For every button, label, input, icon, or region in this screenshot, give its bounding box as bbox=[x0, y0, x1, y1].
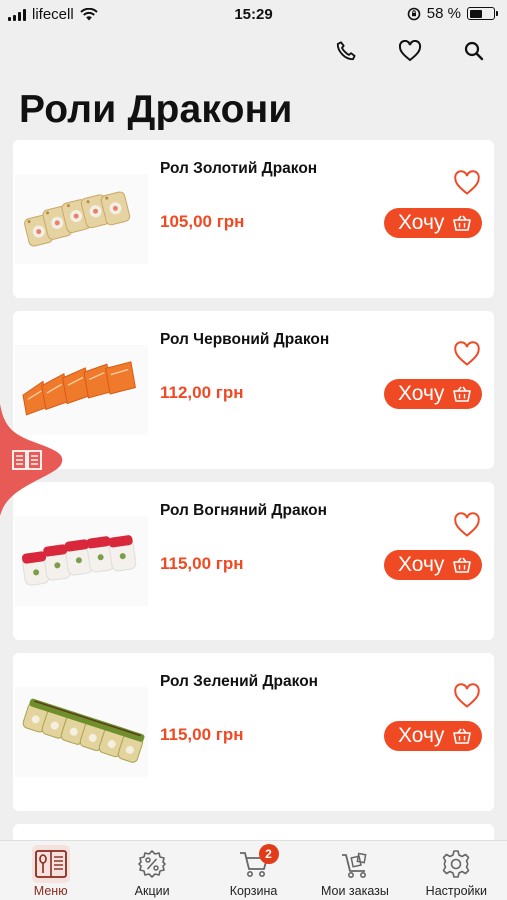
want-button[interactable]: Хочу bbox=[384, 550, 482, 580]
tab-label: Акции bbox=[134, 884, 170, 898]
product-price: 105,00 грн bbox=[160, 212, 245, 231]
tab-cart[interactable]: 2 Корзина bbox=[203, 841, 304, 900]
heart-outline-icon bbox=[454, 170, 480, 195]
category-drawer-tab[interactable] bbox=[0, 404, 64, 516]
want-button-label: Хочу bbox=[398, 724, 445, 747]
cart-count-badge: 2 bbox=[258, 844, 279, 864]
tab-icon-wrap bbox=[339, 847, 371, 881]
tab-label: Меню bbox=[33, 884, 68, 898]
heart-outline-icon bbox=[454, 341, 480, 366]
product-name[interactable]: Рол Золотий Дракон bbox=[160, 160, 317, 178]
basket-icon bbox=[453, 386, 471, 402]
tab-icon-wrap bbox=[441, 847, 471, 881]
page-title: Роли Дракони bbox=[19, 88, 293, 131]
basket-icon bbox=[453, 215, 471, 231]
product-price: 115,00 грн bbox=[160, 725, 244, 744]
product-card[interactable]: Рол Червоний Дракон 112,00 грн Хочу bbox=[13, 311, 494, 469]
menu-book-icon bbox=[12, 450, 42, 470]
tab-icon-wrap bbox=[137, 847, 167, 881]
tab-icon-wrap bbox=[31, 845, 70, 883]
product-name[interactable]: Рол Вогняний Дракон bbox=[160, 502, 327, 520]
product-image bbox=[15, 687, 148, 777]
tab-menu[interactable]: Меню bbox=[0, 841, 101, 900]
product-card[interactable]: Рол Вогняний Дракон 115,00 грн Хочу bbox=[13, 482, 494, 640]
want-button-label: Хочу bbox=[398, 382, 445, 405]
status-bar: lifecell 15:29 58 % bbox=[0, 0, 507, 30]
bottom-tab-bar: Меню Акции 2 Корзина Мои заказы Настройк… bbox=[0, 840, 507, 900]
tab-settings[interactable]: Настройки bbox=[406, 841, 507, 900]
product-image bbox=[15, 174, 148, 264]
want-button[interactable]: Хочу bbox=[384, 721, 482, 751]
battery-percent: 58 % bbox=[426, 5, 461, 22]
tab-promotions[interactable]: Акции bbox=[101, 841, 202, 900]
battery-icon bbox=[467, 7, 498, 20]
favorite-toggle[interactable] bbox=[453, 170, 481, 196]
product-name[interactable]: Рол Зелений Дракон bbox=[160, 673, 318, 691]
search-icon bbox=[464, 41, 484, 61]
want-button-label: Хочу bbox=[398, 553, 445, 576]
tab-label: Настройки bbox=[425, 884, 487, 898]
favorite-toggle[interactable] bbox=[453, 683, 481, 709]
header-actions bbox=[333, 36, 487, 66]
product-image bbox=[15, 516, 148, 606]
basket-icon bbox=[453, 728, 471, 744]
phone-icon bbox=[336, 41, 356, 61]
heart-icon bbox=[398, 40, 422, 62]
status-right: 58 % bbox=[407, 5, 498, 22]
gear-icon bbox=[443, 850, 470, 878]
call-button[interactable] bbox=[333, 36, 359, 66]
want-button[interactable]: Хочу bbox=[384, 208, 482, 238]
tab-label: Корзина bbox=[229, 884, 278, 898]
product-card[interactable]: Рол Золотий Дракон 105,00 грн Хочу bbox=[13, 140, 494, 298]
favorite-toggle[interactable] bbox=[453, 341, 481, 367]
product-price: 112,00 грн bbox=[160, 383, 244, 402]
tab-my-orders[interactable]: Мои заказы bbox=[304, 841, 405, 900]
product-card[interactable]: Рол Зелений Дракон 115,00 грн Хочу bbox=[13, 653, 494, 811]
favorites-button[interactable] bbox=[397, 36, 423, 66]
tab-label: Мои заказы bbox=[320, 884, 389, 898]
discount-icon bbox=[138, 850, 166, 878]
product-name[interactable]: Рол Червоний Дракон bbox=[160, 331, 329, 349]
rotation-lock-icon bbox=[407, 7, 421, 20]
favorite-toggle[interactable] bbox=[453, 512, 481, 538]
heart-outline-icon bbox=[454, 683, 480, 708]
orders-cart-icon bbox=[341, 852, 367, 878]
heart-outline-icon bbox=[454, 512, 480, 537]
basket-icon bbox=[453, 557, 471, 573]
product-price: 115,00 грн bbox=[160, 554, 244, 573]
menu-book-icon bbox=[34, 850, 67, 878]
want-button-label: Хочу bbox=[398, 211, 445, 234]
search-button[interactable] bbox=[461, 36, 487, 66]
want-button[interactable]: Хочу bbox=[384, 379, 482, 409]
